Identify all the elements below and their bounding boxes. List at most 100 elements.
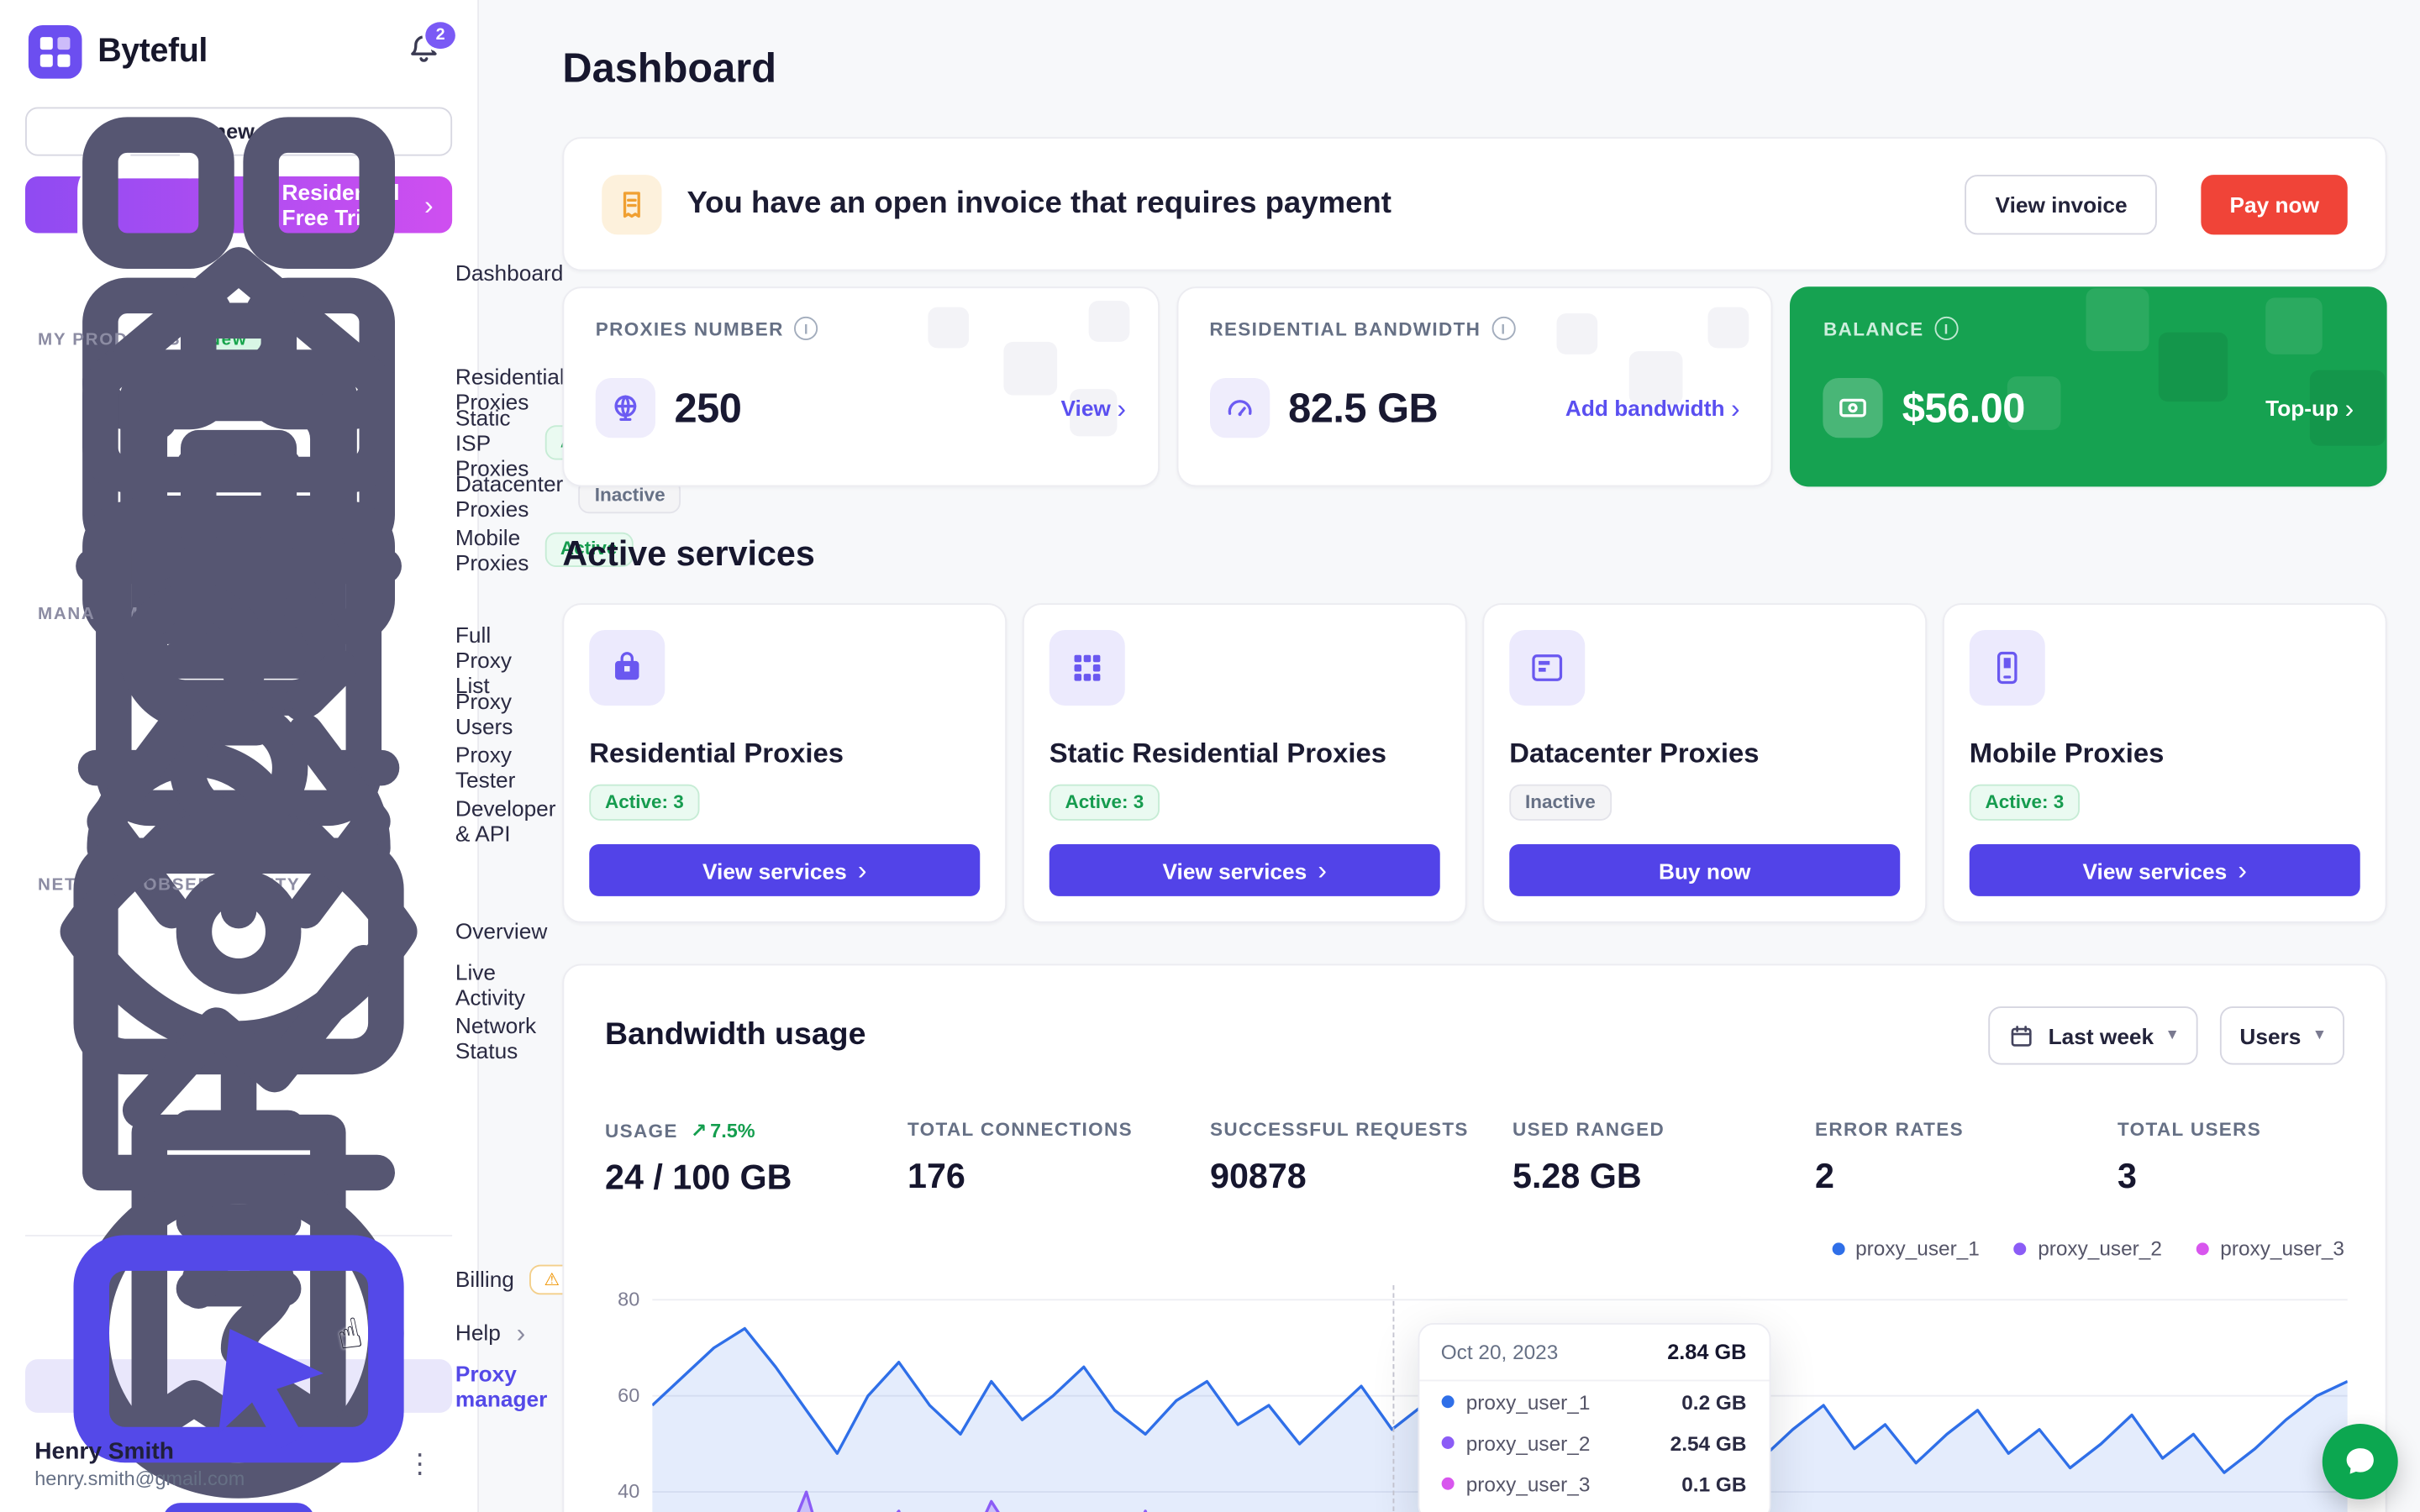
user-menu-button[interactable]: ⋮ <box>397 1445 443 1483</box>
bandwidth-metrics: USAGE ↗ 7.5% 24 / 100 GB TOTAL CONNECTIO… <box>605 1119 2344 1200</box>
chevron-right-icon: › <box>424 192 434 218</box>
info-icon[interactable]: i <box>1935 317 1959 340</box>
chat-icon <box>2341 1443 2379 1481</box>
chevron-down-icon: ▾ <box>2168 1027 2176 1045</box>
stat-value: $56.00 <box>1902 384 2025 433</box>
legend-label: proxy_user_1 <box>1855 1236 1980 1260</box>
metric-used-ranged: USED RANGED 5.28 GB <box>1512 1119 1815 1200</box>
page-title: Dashboard <box>562 45 2386 93</box>
legend-item[interactable]: proxy_user_3 <box>2196 1236 2344 1260</box>
info-icon[interactable]: i <box>795 317 818 340</box>
chevron-down-icon: ▾ <box>2315 1027 2323 1045</box>
tooltip-total: 2.84 GB <box>1667 1341 1746 1364</box>
service-badge: Active: 3 <box>1050 785 1160 820</box>
add-bandwidth-link[interactable]: Add bandwidth › <box>1565 395 1740 422</box>
metric-total-users: TOTAL USERS 3 <box>2118 1119 2344 1200</box>
bandwidth-chart[interactable]: 406080 Oct 20, 2023 2.84 GB proxy_user_1… <box>605 1276 2344 1512</box>
notifications-button[interactable]: 2 <box>398 29 449 75</box>
service-title: Datacenter Proxies <box>1509 738 1759 770</box>
stat-card-balance: BALANCE i $56.00 Top-up › <box>1791 286 2387 486</box>
y-axis-labels: 406080 <box>605 1276 643 1512</box>
bandwidth-title: Bandwidth usage <box>605 1018 865 1054</box>
button-label: View services <box>702 858 847 883</box>
notification-badge: 2 <box>423 18 459 51</box>
legend-dot <box>2014 1242 2027 1255</box>
info-icon[interactable]: i <box>1491 317 1515 340</box>
bandwidth-usage-card: Bandwidth usage Last week ▾ Users ▾ <box>562 964 2386 1512</box>
metric-label: SUCCESSFUL REQUESTS <box>1210 1119 1469 1141</box>
sidebar-item-network-status[interactable]: Network Status <box>25 1011 452 1065</box>
tooltip-date: Oct 20, 2023 <box>1441 1341 1559 1364</box>
view-invoice-button[interactable]: View invoice <box>1965 174 2157 234</box>
stat-label: PROXIES NUMBER <box>596 318 784 339</box>
metric-value: 3 <box>2118 1157 2344 1198</box>
invoice-alert: You have an open invoice that requires p… <box>562 137 2386 270</box>
metric-label: TOTAL CONNECTIONS <box>908 1119 1133 1141</box>
metric-label: TOTAL USERS <box>2118 1119 2261 1141</box>
metric-label: USED RANGED <box>1512 1119 1665 1141</box>
sidebar-header: Byteful 2 <box>25 22 452 79</box>
legend-item[interactable]: proxy_user_1 <box>1832 1236 1980 1260</box>
service-badge: Active: 3 <box>589 785 699 820</box>
stat-label: RESIDENTIAL BANDWIDTH <box>1209 318 1481 339</box>
metric-value: 176 <box>908 1157 1210 1198</box>
top-up-link[interactable]: Top-up › <box>2265 395 2354 422</box>
metric-usage: USAGE ↗ 7.5% 24 / 100 GB <box>605 1119 908 1200</box>
smartphone-icon <box>1970 630 2045 706</box>
service-badge: Inactive <box>1509 785 1611 820</box>
chevron-right-icon: › <box>1318 857 1327 884</box>
view-services-button[interactable]: View services › <box>1970 844 2360 896</box>
link-label: Top-up <box>2265 396 2338 421</box>
sidebar: Byteful 2 + Buy new proxies Residential … <box>0 0 479 1512</box>
user-email: henry.smith@gmail.com <box>34 1468 245 1490</box>
chart-cursor-line <box>1392 1285 1394 1512</box>
gauge-icon <box>1209 378 1269 438</box>
tooltip-series-value: 0.1 GB <box>1681 1473 1746 1496</box>
service-card-static-residential: Static Residential Proxies Active: 3 Vie… <box>1023 604 1467 924</box>
chart-tooltip: Oct 20, 2023 2.84 GB proxy_user_1 0.2 GB… <box>1418 1323 1770 1512</box>
chevron-right-icon: › <box>858 857 867 884</box>
sidebar-item-proxy-manager[interactable]: Proxy manager › <box>25 1359 452 1413</box>
legend-label: proxy_user_3 <box>2220 1236 2344 1260</box>
chart-legend: proxy_user_1 proxy_user_2 proxy_user_3 <box>605 1236 2344 1260</box>
view-link[interactable]: View › <box>1060 395 1125 422</box>
user-info: Henry Smith henry.smith@gmail.com <box>34 1438 245 1490</box>
app-root: Byteful 2 + Buy new proxies Residential … <box>0 0 2420 1512</box>
stat-card-proxies-number: PROXIES NUMBER i 250 View › <box>562 286 1159 486</box>
stat-card-residential-bandwidth: RESIDENTIAL BANDWIDTH i 82.5 GB Add band… <box>1176 286 1773 486</box>
legend-dot <box>1832 1242 1844 1255</box>
service-title: Static Residential Proxies <box>1050 738 1386 770</box>
service-title: Residential Proxies <box>589 738 844 770</box>
tooltip-series-name: proxy_user_2 <box>1466 1431 1591 1455</box>
period-select[interactable]: Last week ▾ <box>1988 1007 2196 1065</box>
service-badge: Active: 3 <box>1970 785 2080 820</box>
buy-now-button[interactable]: Buy now <box>1509 844 1900 896</box>
stat-label: BALANCE <box>1823 318 1923 339</box>
chat-launcher-button[interactable] <box>2323 1424 2398 1499</box>
metric-value: 90878 <box>1210 1157 1512 1198</box>
sidebar-bottom: Billing ⚠ unpaid › Help › Proxy m <box>25 1235 452 1494</box>
metric-value: 24 / 100 GB <box>605 1158 908 1200</box>
legend-item[interactable]: proxy_user_2 <box>2014 1236 2162 1260</box>
tooltip-series-value: 0.2 GB <box>1681 1390 1746 1414</box>
usage-delta: ↗ 7.5% <box>691 1119 755 1142</box>
pixels-icon <box>1050 630 1125 706</box>
stat-value: 82.5 GB <box>1288 384 1438 433</box>
brand-logo-icon <box>29 25 82 79</box>
brand-logo: Byteful <box>29 25 208 79</box>
pay-now-button[interactable]: Pay now <box>2202 174 2348 234</box>
legend-dot <box>2196 1242 2209 1255</box>
globe-icon <box>596 378 655 438</box>
metric-error-rates: ERROR RATES 2 <box>1815 1119 2118 1200</box>
metric-successful-requests: SUCCESSFUL REQUESTS 90878 <box>1210 1119 1512 1200</box>
service-title: Mobile Proxies <box>1970 738 2165 770</box>
metric-label: USAGE <box>605 1120 678 1142</box>
view-services-button[interactable]: View services › <box>589 844 980 896</box>
invoice-message: You have an open invoice that requires p… <box>687 186 1940 222</box>
view-services-button[interactable]: View services › <box>1050 844 1440 896</box>
period-value: Last week <box>2049 1023 2154 1048</box>
metric-label: ERROR RATES <box>1815 1119 1964 1141</box>
stats-row: PROXIES NUMBER i 250 View › <box>562 286 2386 486</box>
tooltip-series-name: proxy_user_3 <box>1466 1473 1591 1496</box>
users-select[interactable]: Users ▾ <box>2219 1007 2344 1065</box>
